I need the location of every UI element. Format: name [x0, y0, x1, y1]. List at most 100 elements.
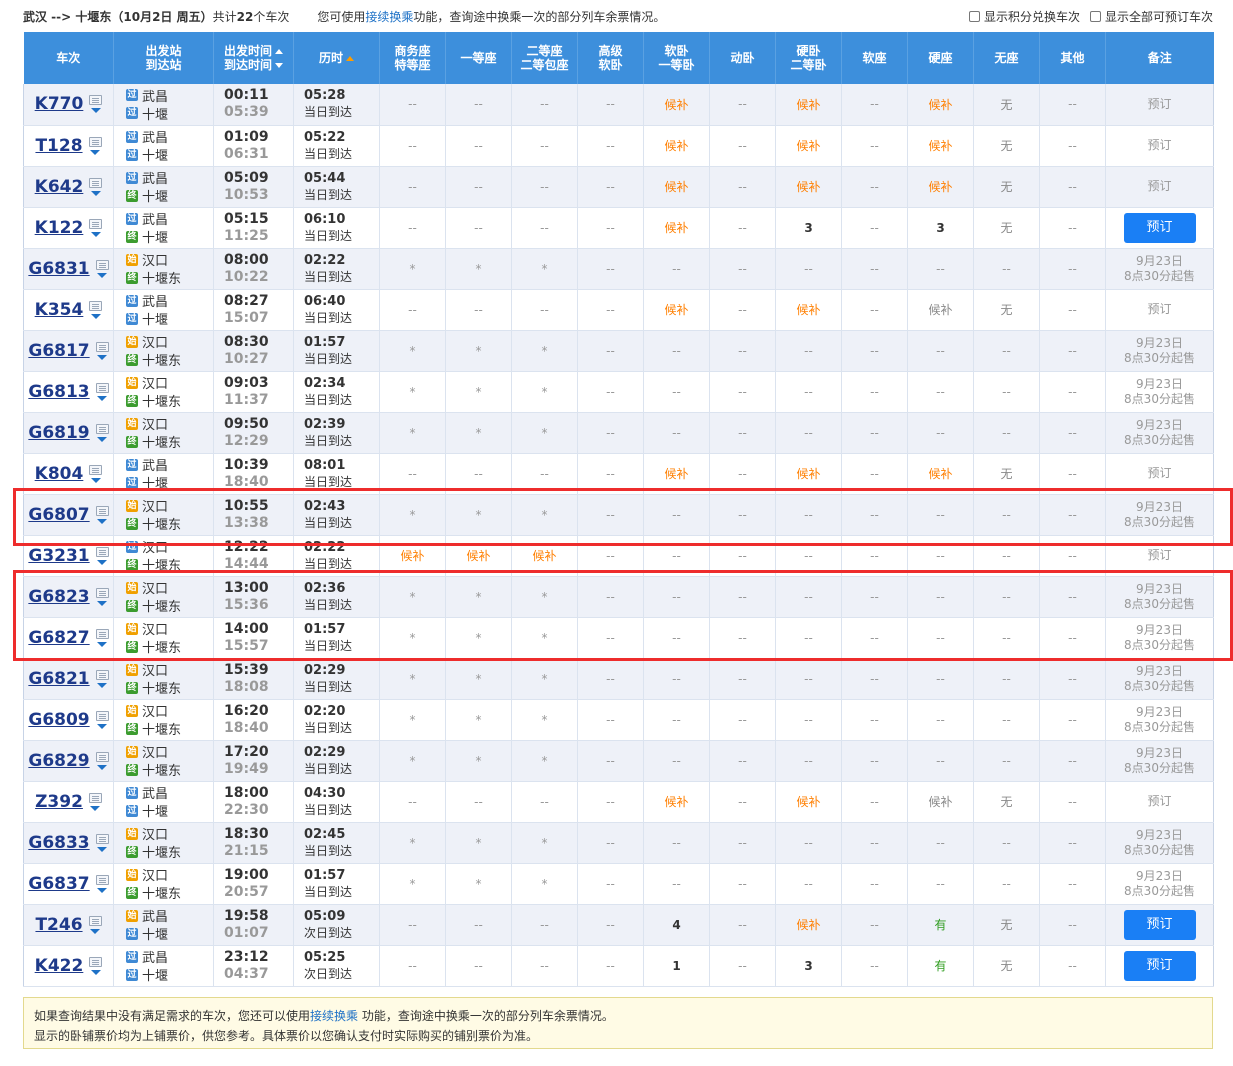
train-number-link[interactable]: G6809 — [28, 710, 89, 730]
seat-hard-sleeper[interactable]: 3 — [775, 945, 842, 987]
train-info-icon[interactable] — [89, 300, 103, 311]
chevron-down-icon[interactable] — [90, 969, 101, 975]
seat-soft-sleeper[interactable]: 4 — [643, 904, 710, 946]
seat-hard-seat[interactable]: 有 — [907, 945, 974, 987]
train-info-icon[interactable] — [95, 382, 109, 393]
train-number-link[interactable]: G6813 — [28, 382, 89, 402]
seat-hard-seat[interactable]: 候补 — [907, 125, 974, 167]
seat-hard-sleeper[interactable]: 候补 — [775, 781, 842, 823]
train-info-icon[interactable] — [95, 546, 109, 557]
seat-soft-sleeper[interactable]: 候补 — [643, 289, 710, 331]
col-time[interactable]: 出发时间 到达时间 — [213, 32, 294, 84]
chevron-down-icon[interactable] — [97, 272, 108, 278]
train-number-link[interactable]: G6837 — [28, 874, 89, 894]
seat-hard-seat[interactable]: 候补 — [907, 289, 974, 331]
chevron-down-icon[interactable] — [97, 641, 108, 647]
seat-hard-seat[interactable]: 3 — [907, 207, 974, 249]
transfer-link[interactable]: 接续换乘 — [365, 10, 413, 24]
seat-hard-seat[interactable]: 候补 — [907, 166, 974, 208]
chevron-down-icon[interactable] — [97, 846, 108, 852]
seat-hard-seat[interactable]: 候补 — [907, 781, 974, 823]
train-number-link[interactable]: G6823 — [28, 587, 89, 607]
col-duration[interactable]: 历时 — [293, 32, 380, 84]
seat-hard-seat[interactable]: 候补 — [907, 84, 974, 126]
seat-soft-sleeper[interactable]: 候补 — [643, 453, 710, 495]
train-number-link[interactable]: G6817 — [28, 341, 89, 361]
chevron-down-icon[interactable] — [97, 682, 108, 688]
train-info-icon[interactable] — [95, 587, 109, 598]
train-info-icon[interactable] — [95, 669, 109, 680]
train-info-icon[interactable] — [95, 628, 109, 639]
train-number-link[interactable]: G6827 — [28, 628, 89, 648]
train-info-icon[interactable] — [88, 792, 102, 803]
train-number-link[interactable]: G6807 — [28, 505, 89, 525]
train-info-icon[interactable] — [89, 464, 103, 475]
seat-soft-sleeper[interactable]: 候补 — [643, 166, 710, 208]
chevron-down-icon[interactable] — [97, 559, 108, 565]
train-number-link[interactable]: K642 — [35, 177, 84, 197]
train-number-link[interactable]: G3231 — [28, 546, 89, 566]
chevron-down-icon[interactable] — [90, 477, 101, 483]
train-info-icon[interactable] — [95, 833, 109, 844]
train-info-icon[interactable] — [88, 915, 102, 926]
seat-first[interactable]: 候补 — [445, 535, 512, 577]
train-info-icon[interactable] — [95, 505, 109, 516]
train-number-link[interactable]: G6821 — [28, 669, 89, 689]
chevron-down-icon[interactable] — [97, 518, 108, 524]
train-number-link[interactable]: K354 — [35, 300, 84, 320]
book-button[interactable]: 预订 — [1123, 950, 1196, 981]
train-info-icon[interactable] — [89, 95, 103, 106]
train-number-link[interactable]: G6829 — [28, 751, 89, 771]
book-button[interactable]: 预订 — [1123, 909, 1196, 940]
chevron-down-icon[interactable] — [97, 436, 108, 442]
train-info-icon[interactable] — [95, 751, 109, 762]
seat-hard-sleeper[interactable]: 候补 — [775, 904, 842, 946]
train-number-link[interactable]: G6819 — [28, 423, 89, 443]
train-info-icon[interactable] — [95, 341, 109, 352]
chevron-down-icon[interactable] — [90, 149, 101, 155]
chevron-down-icon[interactable] — [97, 764, 108, 770]
chevron-down-icon[interactable] — [97, 354, 108, 360]
chevron-down-icon[interactable] — [90, 805, 101, 811]
train-info-icon[interactable] — [95, 710, 109, 721]
seat-soft-sleeper[interactable]: 候补 — [643, 84, 710, 126]
seat-hard-sleeper[interactable]: 候补 — [775, 289, 842, 331]
seat-hard-seat[interactable]: 有 — [907, 904, 974, 946]
chevron-down-icon[interactable] — [90, 231, 101, 237]
seat-hard-sleeper[interactable]: 3 — [775, 207, 842, 249]
seat-hard-sleeper[interactable]: 候补 — [775, 84, 842, 126]
points-trains-checkbox[interactable] — [968, 10, 980, 22]
seat-second[interactable]: 候补 — [511, 535, 578, 577]
chevron-down-icon[interactable] — [90, 928, 101, 934]
seat-hard-sleeper[interactable]: 候补 — [775, 125, 842, 167]
train-info-icon[interactable] — [89, 177, 103, 188]
chevron-down-icon[interactable] — [97, 887, 108, 893]
train-number-link[interactable]: Z392 — [35, 792, 83, 812]
train-number-link[interactable]: K122 — [35, 218, 84, 238]
train-number-link[interactable]: T246 — [35, 915, 82, 935]
chevron-down-icon[interactable] — [90, 190, 101, 196]
seat-hard-sleeper[interactable]: 候补 — [775, 166, 842, 208]
train-number-link[interactable]: K804 — [35, 464, 84, 484]
chevron-down-icon[interactable] — [90, 313, 101, 319]
chevron-down-icon[interactable] — [97, 395, 108, 401]
train-number-link[interactable]: K422 — [35, 956, 84, 976]
train-info-icon[interactable] — [89, 956, 103, 967]
seat-soft-sleeper[interactable]: 候补 — [643, 207, 710, 249]
seat-soft-sleeper[interactable]: 候补 — [643, 781, 710, 823]
book-button[interactable]: 预订 — [1123, 212, 1196, 243]
footer-transfer-link[interactable]: 接续换乘 — [310, 1009, 358, 1023]
train-info-icon[interactable] — [95, 423, 109, 434]
train-info-icon[interactable] — [88, 136, 102, 147]
seat-hard-sleeper[interactable]: 候补 — [775, 453, 842, 495]
train-number-link[interactable]: K770 — [35, 94, 84, 114]
points-trains-label[interactable]: 显示积分兑换车次 — [984, 8, 1080, 25]
train-number-link[interactable]: T128 — [35, 136, 82, 156]
seat-hard-seat[interactable]: 候补 — [907, 453, 974, 495]
chevron-down-icon[interactable] — [97, 723, 108, 729]
all-bookable-label[interactable]: 显示全部可预订车次 — [1105, 8, 1213, 25]
chevron-down-icon[interactable] — [90, 108, 101, 114]
seat-business[interactable]: 候补 — [379, 535, 446, 577]
train-info-icon[interactable] — [89, 218, 103, 229]
seat-soft-sleeper[interactable]: 候补 — [643, 125, 710, 167]
